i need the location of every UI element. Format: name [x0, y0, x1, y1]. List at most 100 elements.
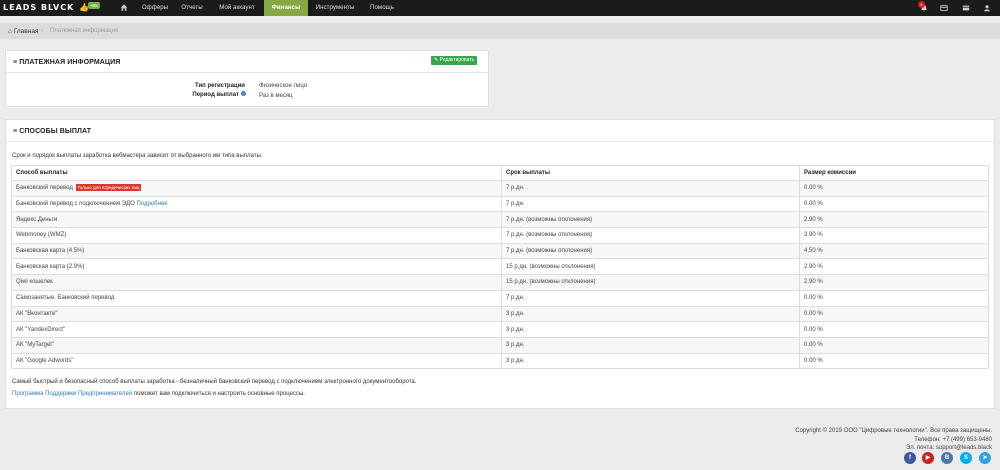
support-program-note: Программа Поддержки Предпринимателей пом…	[12, 391, 305, 397]
edit-button[interactable]: ✎ Редактировать	[431, 56, 478, 65]
table-row: АК "MyTarget" 3 р.дн. 0.00 %	[11, 336, 989, 354]
method-cell: АК "YandexDirect"	[11, 321, 502, 338]
skype-icon[interactable]: S	[960, 452, 972, 464]
vk-icon[interactable]: B	[941, 452, 953, 464]
logo[interactable]: LEADS BLVCK	[3, 3, 74, 12]
fee-cell: 0.00 %	[799, 305, 989, 323]
registration-type-value: Физическое лицо	[259, 83, 308, 89]
table-row: Банковская карта (2.9%) 15 р.дн. (возмож…	[11, 258, 989, 276]
table-row: АК "Google Adwords" 3 р.дн. 0.00 %	[11, 352, 989, 370]
promo-badge: +5%	[88, 2, 101, 9]
panel-header: ≡ ПЛАТЕЖНАЯ ИНФОРМАЦИЯ ✎ Редактировать	[6, 51, 488, 73]
method-cell: Qiwi кошелек	[11, 274, 502, 291]
breadcrumb-home[interactable]: ⌂ Главная	[8, 28, 38, 35]
term-cell: 7 р.дн.	[501, 180, 800, 197]
fee-cell: 4.50 %	[799, 242, 989, 260]
nav-help[interactable]: Помощь	[362, 0, 402, 16]
table-header-row: Способ выплаты Срок выплаты Размер комис…	[11, 165, 989, 181]
table-row: Банковская карта (4.5%) 7 р.дн. (возможн…	[11, 242, 989, 260]
edo-note: Самый быстрый и безопасный способ выплат…	[12, 379, 417, 385]
table-row: Яндекс.Деньги 7 р.дн. (возможны отклонен…	[11, 211, 989, 229]
payment-info-panel: ≡ ПЛАТЕЖНАЯ ИНФОРМАЦИЯ ✎ Редактировать Т…	[5, 50, 489, 107]
method-name: Банковский перевод с подключением ЭДО	[16, 201, 135, 208]
support-program-link[interactable]: Программа Поддержки Предпринимателей	[12, 391, 132, 397]
method-cell: Банковская карта (4.5%)	[11, 242, 502, 260]
term-cell: 15 р.дн. (возможны отклонения)	[501, 274, 800, 291]
table-row: Webmoney (WMZ) 7 р.дн. (возможны отклоне…	[11, 227, 989, 244]
method-cell: АК "MyTarget"	[11, 336, 502, 354]
column-header-fee[interactable]: Размер комиссии	[799, 165, 989, 181]
fee-cell: 2.90 %	[799, 274, 989, 291]
user-icon[interactable]	[983, 4, 991, 12]
table-row: АК "Вконтакте" 3 р.дн. 0.00 %	[11, 305, 989, 323]
table-row: Qiwi кошелек 15 р.дн. (возможны отклонен…	[11, 274, 989, 291]
column-header-term[interactable]: Срок выплаты	[501, 165, 800, 181]
payout-intro-text: Срок и порядок выплаты заработка вебмаст…	[12, 153, 263, 159]
breadcrumb	[0, 23, 1000, 39]
method-cell: Самозанятые. Банковский перевод	[11, 289, 502, 307]
panel-title: ≡ СПОСОБЫ ВЫПЛАТ	[13, 128, 92, 135]
term-cell: 7 р.дн. (возможны отклонения)	[501, 211, 800, 229]
payout-period-label: Период выплат	[192, 92, 239, 98]
fee-cell: 0.00 %	[799, 336, 989, 354]
payment-info-title: ПЛАТЕЖНАЯ ИНФОРМАЦИЯ	[19, 59, 121, 66]
term-cell: 7 р.дн.	[501, 289, 800, 307]
nav-tools[interactable]: Инструменты	[308, 0, 362, 16]
fee-cell: 0.00 %	[799, 289, 989, 307]
method-name: Банковский перевод	[16, 185, 73, 192]
edit-button-label: Редактировать	[439, 57, 475, 63]
nav-my-account[interactable]: Мой аккаунт	[210, 0, 264, 16]
nav-finance[interactable]: Финансы	[264, 0, 308, 16]
panel-header: ≡ СПОСОБЫ ВЫПЛАТ	[6, 120, 994, 142]
table-row: АК "YandexDirect" 3 р.дн. 0.00 %	[11, 321, 989, 338]
term-cell: 3 р.дн.	[501, 321, 800, 338]
youtube-icon[interactable]: ▶	[922, 452, 934, 464]
method-cell: Яндекс.Деньги	[11, 211, 502, 229]
breadcrumb-home-label[interactable]: Главная	[14, 28, 39, 35]
term-cell: 3 р.дн.	[501, 305, 800, 323]
breadcrumb-separator: ›	[41, 28, 43, 34]
top-navbar: LEADS BLVCK 👍 +5% Офферы Отчеты Мой акка…	[0, 0, 1000, 16]
term-cell: 3 р.дн.	[501, 336, 800, 354]
fee-cell: 3.90 %	[799, 227, 989, 244]
footer-phone: Телефон: +7 (499) 653-9480	[914, 437, 992, 443]
fee-cell: 0.00 %	[799, 352, 989, 370]
fee-cell: 2.90 %	[799, 211, 989, 229]
payout-methods-table: Способ выплаты Срок выплаты Размер комис…	[11, 165, 989, 370]
fee-cell: 0.00 %	[799, 180, 989, 197]
notification-badge: 1	[918, 1, 925, 8]
facebook-icon[interactable]: f	[904, 452, 916, 464]
help-icon[interactable]: ?	[241, 91, 246, 96]
term-cell: 3 р.дн.	[501, 352, 800, 370]
breadcrumb-current: Платежная информация	[50, 28, 119, 34]
footer-email[interactable]: Эл. почта: support@leads.black	[906, 445, 992, 451]
method-cell: АК "Вконтакте"	[11, 305, 502, 323]
fee-cell: 0.00 %	[799, 195, 989, 213]
fee-cell: 0.00 %	[799, 321, 989, 338]
method-cell: АК "Google Adwords"	[11, 352, 502, 370]
registration-type-label: Тип регистрации	[195, 83, 245, 89]
table-row: Самозанятые. Банковский перевод 7 р.дн. …	[11, 289, 989, 307]
wallet-icon[interactable]	[940, 4, 948, 12]
credit-card-icon[interactable]	[962, 4, 970, 12]
method-cell: Банковская карта (2.9%)	[11, 258, 502, 276]
payout-methods-title: СПОСОБЫ ВЫПЛАТ	[19, 128, 92, 135]
home-icon[interactable]	[120, 3, 128, 12]
column-header-method[interactable]: Способ выплаты	[11, 165, 502, 181]
footer-copyright: Copyright © 2019 ООО "Цифровые технологи…	[795, 428, 992, 434]
more-info-link[interactable]: Подробнее	[136, 201, 167, 207]
term-cell: 7 р.дн.	[501, 195, 800, 213]
table-row: Банковский перевод Только для Юридически…	[11, 180, 989, 197]
legal-entity-tag: Только для Юридических лиц	[75, 184, 142, 192]
payout-period-value: Раз в месяц	[259, 93, 293, 99]
support-program-text: поможет вам подключиться и настроить осн…	[132, 391, 305, 397]
panel-title: ≡ ПЛАТЕЖНАЯ ИНФОРМАЦИЯ	[13, 59, 121, 66]
term-cell: 7 р.дн. (возможны отклонения)	[501, 242, 800, 260]
telegram-icon[interactable]: ➤	[979, 452, 991, 464]
method-cell: Банковский перевод с подключением ЭДО По…	[11, 195, 502, 213]
term-cell: 15 р.дн. (возможны отклонения)	[501, 258, 800, 276]
method-cell: Webmoney (WMZ)	[11, 227, 502, 244]
nav-offers[interactable]: Офферы	[136, 0, 174, 16]
method-cell: Банковский перевод Только для Юридически…	[11, 180, 502, 197]
nav-reports[interactable]: Отчеты	[174, 0, 210, 16]
